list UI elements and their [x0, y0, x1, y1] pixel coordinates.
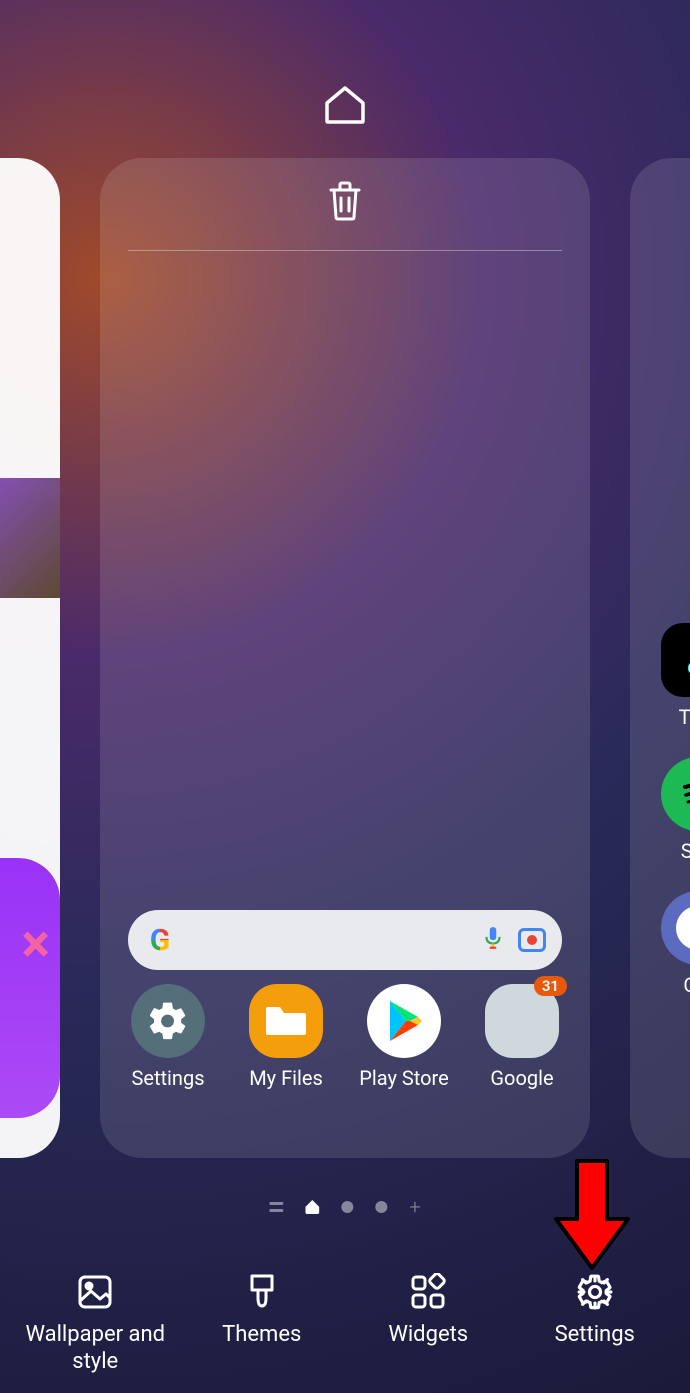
close-x-icon: ×: [21, 913, 50, 976]
bottom-label: Themes: [222, 1322, 301, 1348]
left-page-photo: [0, 478, 60, 598]
trash-icon[interactable]: [327, 180, 363, 226]
wallpaper-style-button[interactable]: Wallpaper and style: [20, 1272, 170, 1375]
page-dot[interactable]: [375, 1201, 387, 1213]
clock-icon: [661, 891, 690, 965]
app-label: TikT: [679, 705, 690, 729]
bottom-label: Wallpaper and style: [20, 1322, 170, 1375]
google-lens-icon[interactable]: [518, 928, 546, 952]
gear-icon: [131, 984, 205, 1058]
home-page-current[interactable]: G Settings: [100, 158, 590, 1158]
app-my-files[interactable]: My Files: [236, 984, 336, 1090]
bottom-label: Widgets: [388, 1322, 468, 1348]
left-page-widget: [0, 858, 60, 1118]
add-page-icon[interactable]: +: [409, 1201, 420, 1213]
spotify-icon: [661, 757, 690, 831]
folder-icon: [249, 984, 323, 1058]
app-label: Settings: [131, 1066, 204, 1090]
page-indicator[interactable]: +: [269, 1200, 420, 1214]
app-settings[interactable]: Settings: [118, 984, 218, 1090]
app-google-folder[interactable]: 31 Google: [472, 984, 572, 1090]
wallpaper-icon: [75, 1272, 115, 1312]
home-page-left[interactable]: ×: [0, 158, 60, 1158]
bottom-label: Settings: [555, 1322, 635, 1348]
app-play-store[interactable]: Play Store: [354, 984, 454, 1090]
widgets-button[interactable]: Widgets: [353, 1272, 503, 1375]
home-page-right[interactable]: TikT Spo: [630, 158, 690, 1158]
app-label: Clo: [683, 973, 690, 997]
folder-icon: 31: [485, 984, 559, 1058]
app-label: Play Store: [359, 1066, 448, 1090]
tiktok-icon: [661, 623, 690, 697]
google-logo-icon: G: [144, 924, 176, 956]
annotation-arrow-icon: [552, 1157, 632, 1272]
widgets-icon: [408, 1272, 448, 1312]
home-pages-carousel[interactable]: × G: [0, 158, 690, 1158]
home-icon[interactable]: [323, 85, 367, 125]
app-label: My Files: [249, 1066, 323, 1090]
brush-icon: [242, 1272, 282, 1312]
app-label: Spo: [681, 839, 690, 863]
themes-button[interactable]: Themes: [187, 1272, 337, 1375]
google-search-bar[interactable]: G: [128, 910, 562, 970]
notification-badge: 31: [534, 976, 567, 996]
launcher-options-bar: Wallpaper and style Themes Widgets: [0, 1272, 690, 1375]
gear-icon: [575, 1272, 615, 1312]
app-clock[interactable]: Clo: [648, 891, 690, 997]
app-label: Google: [490, 1066, 553, 1090]
home-page-dot-active[interactable]: [305, 1200, 319, 1214]
apps-page-dot[interactable]: [269, 1202, 283, 1212]
mic-icon[interactable]: [480, 925, 506, 955]
app-tiktok[interactable]: TikT: [648, 623, 690, 729]
play-store-icon: [367, 984, 441, 1058]
settings-button[interactable]: Settings: [520, 1272, 670, 1375]
app-spotify[interactable]: Spo: [648, 757, 690, 863]
page-dot[interactable]: [341, 1201, 353, 1213]
app-shortcut-row: Settings My Files: [118, 984, 572, 1090]
